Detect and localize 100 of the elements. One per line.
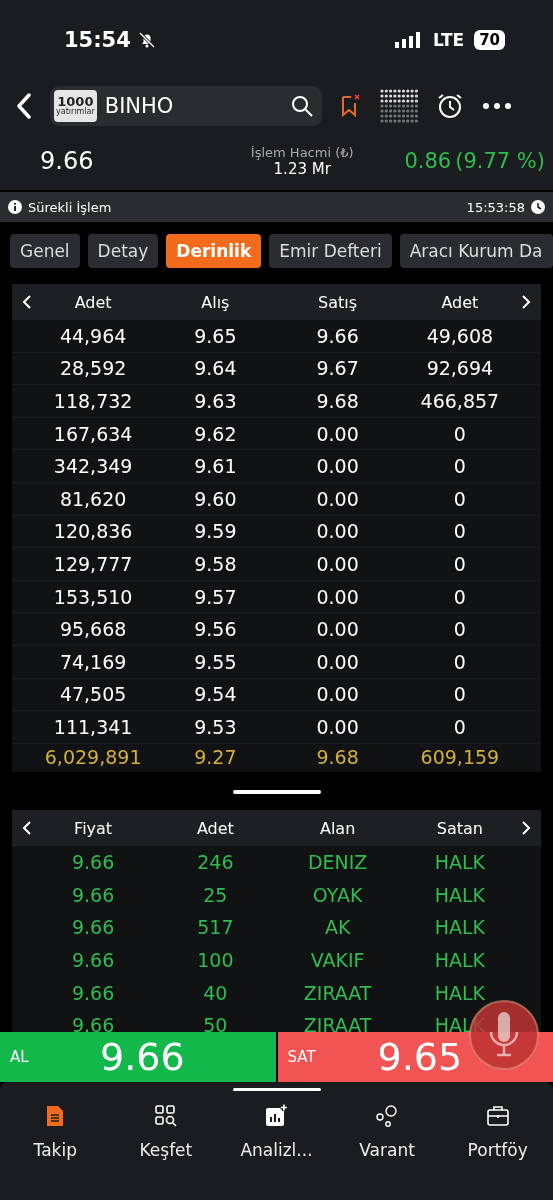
back-icon[interactable] xyxy=(16,93,32,119)
table-cell-text: 0 xyxy=(452,585,467,608)
table-cell-text: 9.68 xyxy=(315,390,360,412)
nav-tab[interactable]: Takip xyxy=(0,1103,111,1161)
table-cell-text: 9.66 xyxy=(70,883,116,906)
table-cell-text: 246 xyxy=(196,851,235,874)
chevron-right-icon[interactable] xyxy=(521,294,531,310)
grid-search-icon xyxy=(153,1104,178,1128)
table-cell-text: 9.58 xyxy=(193,552,238,575)
table-cell-text: 28,592 xyxy=(58,357,128,380)
price-change-percent: (9.77 %) xyxy=(455,149,545,173)
table-cell-text: OYAK xyxy=(311,883,364,906)
nav-tab[interactable]: Keşfet xyxy=(110,1103,222,1161)
table-cell-text: 50 xyxy=(202,1014,229,1032)
volume-value: 1.23 Mr xyxy=(273,159,331,178)
table-cell-text: 167,634 xyxy=(52,422,134,445)
table-cell-text: 0 xyxy=(452,618,467,641)
signal-icon xyxy=(394,32,421,48)
table-cell-text: VAKIF xyxy=(309,949,366,972)
column-header: Adet xyxy=(73,292,113,312)
table-cell-text: AK xyxy=(323,916,352,939)
table-cell-text: HALK xyxy=(433,916,487,939)
table-cell-text: 0 xyxy=(452,683,467,706)
column-header: Alan xyxy=(318,818,357,838)
nav-tab[interactable]: Portföy xyxy=(442,1103,553,1161)
column-header: Satan xyxy=(435,818,484,838)
table-cell-text: 9.64 xyxy=(193,357,238,380)
table-cell-text: 111,341 xyxy=(52,715,134,738)
table-cell-text: 9.57 xyxy=(193,585,238,608)
table-cell-text: 0.00 xyxy=(315,683,360,706)
briefcase-icon xyxy=(485,1104,510,1128)
table-cell-text: 9.61 xyxy=(193,455,238,478)
table-cell-text: 49,608 xyxy=(425,324,495,347)
nav-tab[interactable]: Analizl... xyxy=(221,1103,332,1161)
column-header: Fiyat xyxy=(73,818,114,838)
table-cell-text: 9.60 xyxy=(193,487,238,510)
session-label: Sürekli İşlem xyxy=(28,199,112,215)
table-cell-text: 9.56 xyxy=(193,618,238,641)
table-cell-text: 118,732 xyxy=(52,390,134,412)
clock-icon xyxy=(531,200,545,214)
more-icon[interactable] xyxy=(482,102,512,110)
table-cell-text: 0.00 xyxy=(315,455,360,478)
table-cell-text: 0 xyxy=(452,422,467,445)
chevron-left-icon[interactable] xyxy=(22,820,32,836)
table-cell-text: 9.66 xyxy=(315,324,360,347)
table-cell-text: 0 xyxy=(452,455,467,478)
table-cell-text: 81,620 xyxy=(58,487,128,510)
volume-label: İşlem Hacmi (₺) xyxy=(250,144,354,160)
table-cell-text: 466,857 xyxy=(419,390,501,412)
battery-level: 70 xyxy=(474,30,505,50)
table-cell-text: 100 xyxy=(196,949,235,972)
table-cell-text: HALK xyxy=(433,981,487,1004)
table-cell-text: 0 xyxy=(452,520,467,543)
table-cell-text: 153,510 xyxy=(52,585,134,608)
alarm-clock-icon[interactable] xyxy=(436,92,464,120)
table-cell-text: 74,169 xyxy=(58,650,128,673)
table-cell-text: 47,505 xyxy=(58,683,128,706)
table-cell-text: HALK xyxy=(433,949,487,972)
table-cell-text: ZIRAAT xyxy=(302,981,373,1004)
tab[interactable]: Emir Defteri xyxy=(269,234,392,268)
chevron-left-icon[interactable] xyxy=(22,294,32,310)
price-change: 0.86 xyxy=(404,149,452,173)
chevron-right-icon[interactable] xyxy=(521,820,531,836)
column-header: Alış xyxy=(200,292,231,312)
table-cell-text: 120,836 xyxy=(52,520,134,543)
table-cell-text: 9.54 xyxy=(193,683,238,706)
tab[interactable]: Aracı Kurum Da xyxy=(399,234,553,268)
table-cell-text: HALK xyxy=(433,851,487,874)
bell-muted-icon xyxy=(136,30,157,50)
table-cell-text: 0.00 xyxy=(315,650,360,673)
table-cell-text: 9.66 xyxy=(70,981,116,1004)
nav-tab[interactable]: Varant xyxy=(331,1103,443,1161)
status-time: 15:54 xyxy=(64,28,131,52)
last-price: 9.66 xyxy=(40,147,95,175)
table-cell-text: 25 xyxy=(202,883,229,906)
total-cell-text: 9.68 xyxy=(315,745,360,768)
search-icon[interactable] xyxy=(290,94,314,118)
table-cell-text: 0.00 xyxy=(315,422,360,445)
table-cell-text: 0.00 xyxy=(315,715,360,738)
table-cell-text: 0 xyxy=(452,552,467,575)
logo: 1000 yatırımlar xyxy=(54,90,97,122)
table-cell-text: 9.53 xyxy=(193,715,238,738)
table-cell-text: 0.00 xyxy=(315,618,360,641)
tab[interactable]: Genel xyxy=(10,234,80,268)
table-cell-text: 0.00 xyxy=(315,520,360,543)
table-cell-text: 9.66 xyxy=(70,851,116,874)
table-cell-text: 0 xyxy=(452,650,467,673)
dot-matrix-icon[interactable] xyxy=(380,89,418,123)
network-label: LTE xyxy=(432,30,465,50)
table-cell-text: 0.00 xyxy=(315,487,360,510)
table-cell-text: 9.59 xyxy=(193,520,238,543)
table-cell-text: 44,964 xyxy=(58,324,128,347)
bubbles-icon xyxy=(375,1104,400,1128)
table-cell-text: 342,349 xyxy=(52,455,134,478)
bookmark-remove-icon[interactable] xyxy=(340,93,362,119)
table-cell-text: 0.00 xyxy=(315,585,360,608)
table-cell-text: DENIZ xyxy=(306,851,369,874)
table-cell-text: 9.67 xyxy=(315,357,360,380)
tab[interactable]: Detay xyxy=(87,234,159,268)
info-icon xyxy=(8,200,22,214)
